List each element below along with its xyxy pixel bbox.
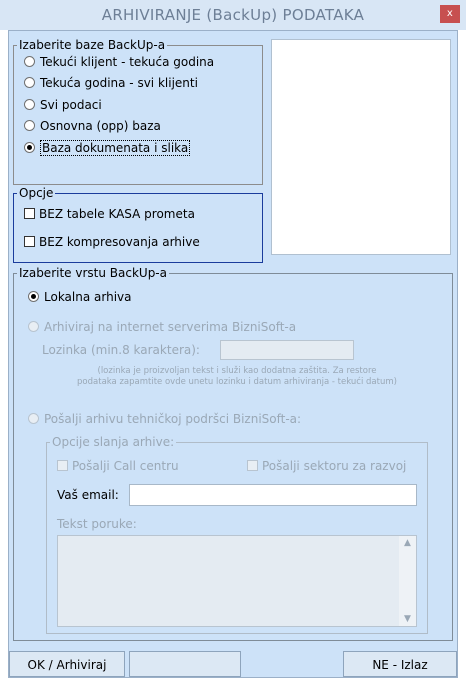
options-legend: Opcje: [17, 186, 56, 200]
radio-send-support[interactable]: Pošalji arhivu tehničkoj podršci BizniSo…: [28, 410, 301, 428]
close-icon[interactable]: x: [440, 5, 460, 23]
checkbox-label: Pošalji sektoru za razvoj: [262, 459, 407, 473]
radio-selected-icon: [28, 291, 39, 302]
status-panel: [129, 651, 241, 677]
password-label: Lozinka (min.8 karaktera):: [42, 343, 200, 357]
backup-type-group: Izaberite vrstu BackUp-a Lokalna arhiva …: [13, 266, 453, 641]
password-input[interactable]: [220, 340, 354, 360]
radio-label: Svi podaci: [40, 98, 102, 112]
radio-label: Tekući klijent - tekuća godina: [40, 55, 215, 69]
radio-icon: [24, 56, 35, 67]
radio-label: Tekuća godina - svi klijenti: [40, 76, 198, 90]
radio-local-archive[interactable]: Lokalna arhiva: [28, 288, 132, 306]
checkbox-icon: [24, 208, 35, 219]
radio-label: Lokalna arhiva: [44, 290, 132, 304]
checkbox-icon: [57, 460, 68, 471]
checkbox-no-kasa[interactable]: BEZ tabele KASA prometa: [24, 205, 195, 223]
radio-label: Pošalji arhivu tehničkoj podršci BizniSo…: [44, 412, 302, 426]
scroll-up-icon[interactable]: ▲: [399, 536, 416, 550]
radio-all-data[interactable]: Svi podaci: [24, 96, 102, 114]
radio-documents-images[interactable]: Baza dokumenata i slika: [24, 139, 191, 157]
checkbox-no-compression[interactable]: BEZ kompresovanja arhive: [24, 233, 200, 251]
password-note-line-2: podataka zapamtite ovde unetu lozinku i …: [77, 377, 397, 387]
checkbox-icon: [24, 236, 35, 247]
radio-current-client-year[interactable]: Tekući klijent - tekuća godina: [24, 53, 214, 71]
radio-label: Arhiviraj na internet serverima BizniSof…: [44, 320, 297, 334]
checkbox-call-center[interactable]: Pošalji Call centru: [57, 457, 179, 475]
message-textarea[interactable]: [57, 535, 417, 627]
checkbox-dev-sector[interactable]: Pošalji sektoru za razvoj: [247, 457, 406, 475]
radio-icon: [24, 77, 35, 88]
message-scrollbar[interactable]: ▲ ▼: [399, 536, 416, 626]
message-label: Tekst poruke:: [57, 517, 137, 531]
title-bar: ARHIVIRANJE (BackUp) PODATAKA x: [0, 0, 466, 30]
radio-label: Osnovna (opp) baza: [40, 119, 161, 133]
checkbox-label: Pošalji Call centru: [72, 459, 179, 473]
backup-bases-legend: Izaberite baze BackUp-a: [17, 38, 168, 52]
send-options-group: Opcije slanja arhive: Pošalji Call centr…: [46, 435, 428, 634]
dialog-client-area: Izaberite baze BackUp-a Tekući klijent -…: [8, 30, 458, 678]
password-note: (lozinka je proizvoljan tekst i služi ka…: [28, 366, 446, 388]
password-note-line-1: (lozinka je proizvoljan tekst i služi ka…: [97, 366, 377, 376]
radio-base-db[interactable]: Osnovna (opp) baza: [24, 117, 161, 135]
radio-icon: [28, 413, 39, 424]
scroll-down-icon[interactable]: ▼: [399, 612, 416, 626]
radio-label: Baza dokumenata i slika: [40, 140, 191, 156]
backup-bases-group: Izaberite baze BackUp-a Tekući klijent -…: [13, 38, 263, 185]
send-options-legend: Opcije slanja arhive:: [50, 435, 177, 449]
backup-window: ARHIVIRANJE (BackUp) PODATAKA x Izaberit…: [0, 0, 466, 686]
window-title: ARHIVIRANJE (BackUp) PODATAKA: [101, 6, 365, 24]
exit-button[interactable]: NE - Izlaz: [343, 651, 457, 677]
checkbox-icon: [247, 460, 258, 471]
ok-archive-button[interactable]: OK / Arhiviraj: [9, 651, 125, 677]
radio-selected-icon: [24, 142, 35, 153]
checkbox-label: BEZ tabele KASA prometa: [39, 207, 195, 221]
radio-internet-archive[interactable]: Arhiviraj na internet serverima BizniSof…: [28, 318, 296, 336]
checkbox-label: BEZ kompresovanja arhive: [39, 235, 200, 249]
options-group: Opcje BEZ tabele KASA prometa BEZ kompre…: [13, 186, 263, 263]
radio-icon: [24, 120, 35, 131]
email-label: Vaš email:: [57, 488, 119, 502]
log-listbox[interactable]: [271, 39, 451, 255]
radio-icon: [28, 321, 39, 332]
email-input[interactable]: [129, 484, 417, 506]
radio-icon: [24, 99, 35, 110]
radio-current-year-all-clients[interactable]: Tekuća godina - svi klijenti: [24, 74, 198, 92]
backup-type-legend: Izaberite vrstu BackUp-a: [17, 266, 169, 280]
